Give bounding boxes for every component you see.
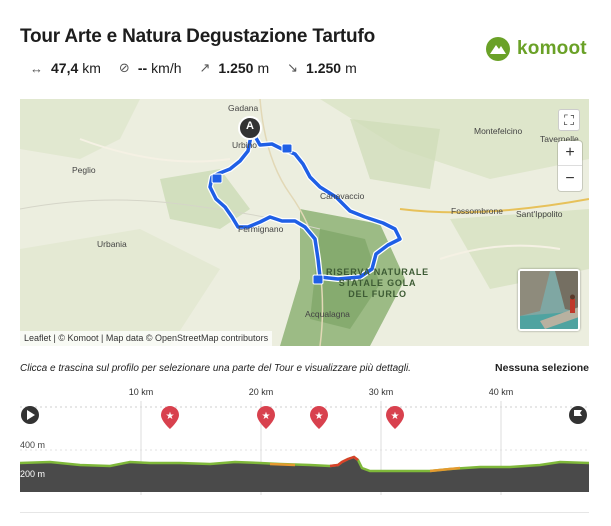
svg-text:★: ★ <box>315 411 324 422</box>
svg-text:★: ★ <box>262 411 271 422</box>
map-place-label: Gadana <box>228 103 259 113</box>
map-place-label: Urbino <box>232 140 258 150</box>
highlight-marker[interactable]: ★ <box>386 406 404 429</box>
axis-tick-label: 30 km <box>368 387 394 397</box>
photo-thumbnail[interactable] <box>518 269 580 331</box>
play-icon[interactable] <box>21 406 39 424</box>
komoot-logo[interactable]: komoot <box>485 36 587 62</box>
speed-unit: km/h <box>151 60 182 76</box>
fullscreen-button[interactable]: ⛶ <box>558 109 580 131</box>
distance-axis: 10 km 20 km 30 km 40 km <box>20 379 589 399</box>
descent-value: 1.250 <box>306 60 342 76</box>
ascent-icon: ↗ <box>199 60 211 75</box>
stat-ascent: ↗ 1.250 m <box>200 60 270 76</box>
speed-value: -- <box>137 60 148 76</box>
tour-map[interactable]: Gadana Urbino Peglio Urbania Montefelcin… <box>20 99 589 346</box>
map-place-label: Fossombrone <box>451 206 503 216</box>
selection-status: Nessuna selezione <box>495 362 589 374</box>
profile-hint: Clicca e trascina sul profilo per selezi… <box>20 363 411 374</box>
brand-name: komoot <box>517 38 587 59</box>
distance-value: 47,4 <box>51 60 79 76</box>
finish-flag-icon[interactable] <box>569 406 587 424</box>
start-marker-label: A <box>246 120 254 132</box>
highlight-marker[interactable]: ★ <box>257 406 275 429</box>
descent-unit: m <box>345 60 357 76</box>
elevation-label: 200 m <box>20 469 46 479</box>
zoom-in-button[interactable]: + <box>558 141 582 166</box>
speed-icon: ⊘ <box>118 60 130 75</box>
map-place-label: Urbania <box>97 239 127 249</box>
elevation-label: 400 m <box>20 440 46 450</box>
elevation-profile[interactable]: ★ ★ ★ ★ 400 m 200 m <box>20 399 589 499</box>
map-place-label: Canavaccio <box>320 191 365 201</box>
route-direction-marker <box>312 274 324 285</box>
map-place-label: Sant'Ippolito <box>516 209 563 219</box>
gorge-photo <box>520 271 578 329</box>
zoom-control: + − <box>558 141 582 191</box>
axis-tick-label: 20 km <box>248 387 274 397</box>
divider <box>20 512 589 513</box>
zoom-out-button[interactable]: − <box>558 166 582 191</box>
map-place-label: Fermignano <box>238 224 284 234</box>
stat-distance: ↔ 47,4 km <box>30 60 101 76</box>
axis-tick-label: 40 km <box>488 387 514 397</box>
ascent-value: 1.250 <box>218 60 254 76</box>
map-place-label: Montefelcino <box>474 126 523 136</box>
tour-stats: ↔ 47,4 km ⊘ -- km/h ↗ 1.250 m ↘ 1.250 m <box>30 60 375 76</box>
route-direction-marker <box>211 173 223 184</box>
tour-title: Tour Arte e Natura Degustazione Tartufo <box>20 26 375 47</box>
route-direction-marker <box>281 143 293 154</box>
distance-icon: ↔ <box>30 60 43 76</box>
svg-text:★: ★ <box>166 411 175 422</box>
highlight-marker[interactable]: ★ <box>161 399 179 429</box>
elevation-chart[interactable]: ★ ★ ★ ★ <box>20 399 589 499</box>
map-place-label: Acqualagna <box>305 309 350 319</box>
reserve-label: RISERVA NATURALE STATALE GOLA DEL FURLO <box>326 267 429 299</box>
descent-icon: ↘ <box>287 60 299 75</box>
distance-unit: km <box>82 60 101 76</box>
axis-tick-label: 10 km <box>128 387 154 397</box>
komoot-mountain-icon <box>486 37 510 61</box>
stat-descent: ↘ 1.250 m <box>287 60 357 76</box>
svg-text:★: ★ <box>391 411 400 422</box>
ascent-unit: m <box>257 60 270 76</box>
highlight-marker[interactable]: ★ <box>310 406 328 429</box>
stat-speed: ⊘ -- km/h <box>119 60 182 76</box>
map-attribution[interactable]: Leaflet | © Komoot | Map data © OpenStre… <box>20 331 273 346</box>
map-place-label: Peglio <box>72 165 96 175</box>
